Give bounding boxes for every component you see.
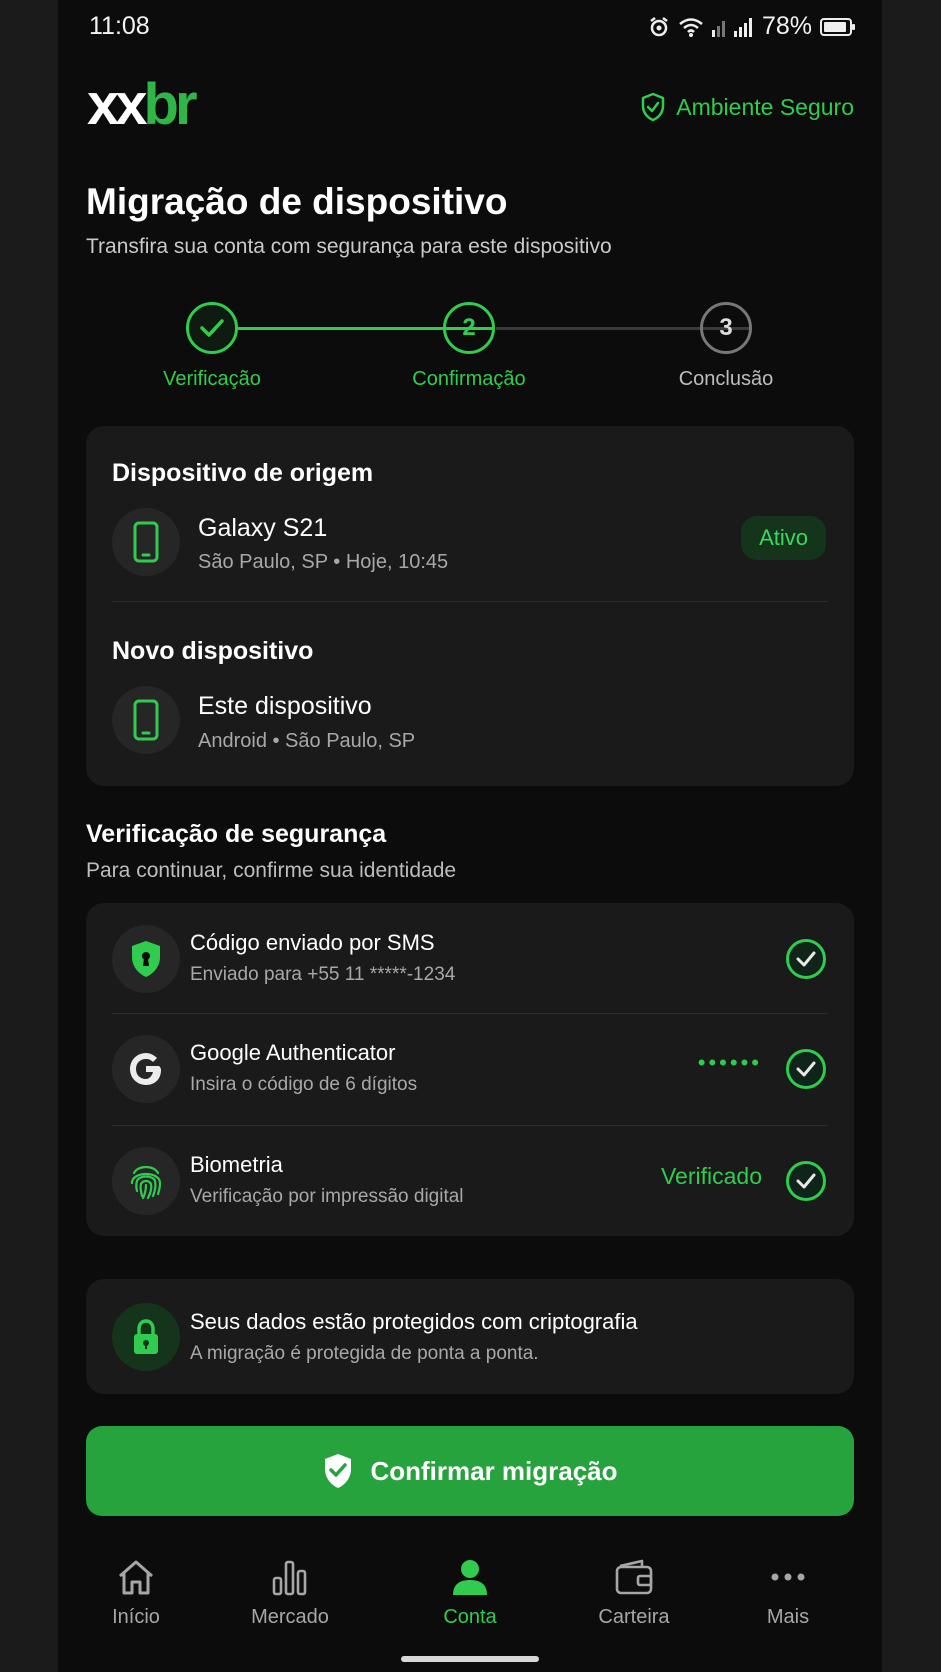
more-icon <box>771 1573 805 1581</box>
step-1-done-icon <box>186 302 238 354</box>
origin-device-heading: Dispositivo de origem <box>112 459 374 487</box>
sms-subtitle: Enviado para +55 11 *****-1234 <box>190 964 456 985</box>
signal-icon-2 <box>733 17 752 37</box>
home-indicator[interactable] <box>401 1656 539 1662</box>
authenticator-code-dots: •••••• <box>697 1050 762 1075</box>
biometrics-status: Verificado <box>660 1163 762 1189</box>
wifi-icon <box>679 17 703 37</box>
new-device-name: Este dispositivo <box>198 692 372 720</box>
status-icons: 78% <box>648 12 855 41</box>
wallet-icon <box>615 1559 653 1595</box>
lock-icon <box>112 1303 180 1371</box>
nav-label-inicio: Início <box>112 1606 160 1628</box>
encryption-subtitle: A migração é protegida de ponta a ponta. <box>190 1343 539 1364</box>
origin-device-name: Galaxy S21 <box>198 514 328 542</box>
authenticator-subtitle: Insira o código de 6 dígitos <box>190 1074 418 1095</box>
authenticator-row[interactable]: Google Authenticator Insira o código de … <box>86 1014 854 1124</box>
sms-verification-row[interactable]: Código enviado por SMS Enviado para +55 … <box>86 903 854 1013</box>
shield-check-icon <box>642 92 665 122</box>
google-icon <box>112 1035 180 1103</box>
signal-icon-1 <box>711 20 725 37</box>
new-device-heading: Novo dispositivo <box>112 637 314 665</box>
new-phone-icon <box>112 686 180 754</box>
encryption-card: Seus dados estão protegidos com criptogr… <box>86 1279 854 1394</box>
security-subheading: Para continuar, confirme sua identidade <box>86 859 457 882</box>
authenticator-title: Google Authenticator <box>190 1040 396 1065</box>
nav-item-carteira[interactable]: Carteira <box>564 1538 704 1629</box>
shield-icon <box>112 925 180 993</box>
step-3-circle: 3 <box>700 302 752 354</box>
confirm-migration-button[interactable]: Confirmar migração <box>86 1426 854 1516</box>
biometrics-row[interactable]: Biometria Verificação por impressão digi… <box>86 1126 854 1236</box>
step-1-label: Verificação <box>163 368 261 390</box>
user-icon <box>453 1560 487 1595</box>
nav-label-mais: Mais <box>766 1606 810 1628</box>
page-title: Migração de dispositivo <box>86 181 508 222</box>
status-time: 11:08 <box>89 12 150 40</box>
origin-device-detail: São Paulo, SP • Hoje, 10:45 <box>198 551 449 573</box>
confirm-migration-label: Confirmar migração <box>370 1455 618 1486</box>
security-heading: Verificação de segurança <box>86 820 387 848</box>
secure-label: Ambiente Seguro <box>676 93 854 120</box>
security-card: Código enviado por SMS Enviado para +55 … <box>86 903 854 1236</box>
secure-environment-indicator[interactable]: Ambiente Seguro <box>640 92 854 122</box>
stepper: 2 3 Verificação Confirmação Conclusão <box>58 300 882 390</box>
home-icon <box>119 1560 153 1595</box>
step-2-label: Confirmação <box>412 368 526 390</box>
nav-label-conta: Conta <box>443 1606 497 1628</box>
sms-check-icon <box>786 939 826 979</box>
bar-chart-icon <box>272 1560 307 1596</box>
nav-item-inicio[interactable]: Início <box>66 1538 206 1629</box>
battery-percent: 78% <box>761 12 812 40</box>
nav-item-mais[interactable]: Mais <box>718 1538 858 1629</box>
devices-divider <box>112 601 828 602</box>
biometrics-title: Biometria <box>190 1152 283 1177</box>
devices-card: Dispositivo de origem Galaxy S21 São Pau… <box>86 426 854 786</box>
battery-icon <box>820 17 855 36</box>
nav-item-conta[interactable]: Conta <box>400 1538 540 1629</box>
alarm-icon <box>650 16 668 36</box>
encryption-title: Seus dados estão protegidos com criptogr… <box>190 1309 638 1334</box>
page-subtitle: Transfira sua conta com segurança para e… <box>86 235 612 258</box>
status-badge: Ativo <box>741 516 826 560</box>
step-2-circle: 2 <box>443 302 495 354</box>
new-device-detail: Android • São Paulo, SP <box>198 730 416 752</box>
fingerprint-icon <box>112 1147 180 1215</box>
origin-phone-icon <box>112 508 180 576</box>
step-3-label: Conclusão <box>678 368 774 390</box>
biometrics-subtitle: Verificação por impressão digital <box>190 1186 464 1207</box>
nav-label-carteira: Carteira <box>598 1606 670 1628</box>
shield-check-icon <box>325 1454 352 1488</box>
app-screen: 11:08 78% xxbr Ambiente Seguro Migração … <box>58 0 882 1672</box>
bottom-navigation: Início Mercado Conta Carteira Mais <box>58 1538 882 1672</box>
biometrics-check-icon <box>786 1161 826 1201</box>
nav-item-mercado[interactable]: Mercado <box>220 1538 360 1629</box>
sms-title: Código enviado por SMS <box>190 930 435 955</box>
app-logo: xxbr <box>87 72 198 137</box>
nav-label-mercado: Mercado <box>251 1606 329 1628</box>
authenticator-check-icon <box>786 1049 826 1089</box>
